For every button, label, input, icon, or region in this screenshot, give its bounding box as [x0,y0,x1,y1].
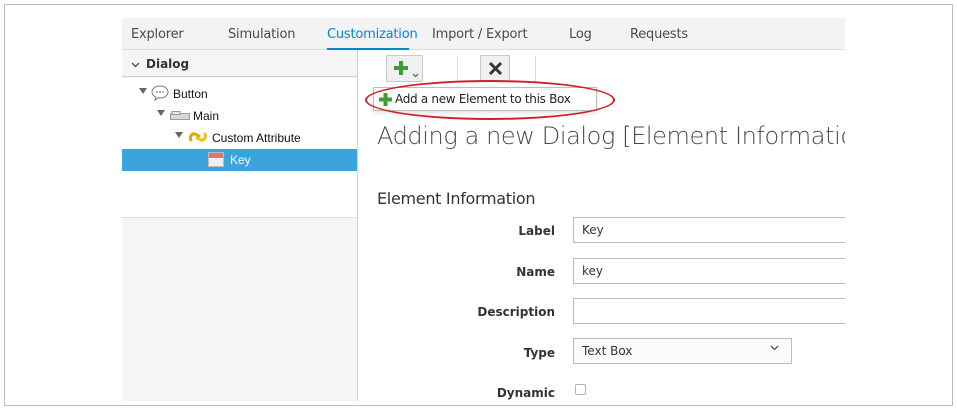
tree-node-main[interactable]: Main [122,105,357,127]
chevron-down-icon [131,61,140,71]
speech-bubble-icon [151,85,169,104]
plus-icon [378,92,393,112]
tab-import-export[interactable]: Import / Export [432,27,528,42]
chevron-down-icon [770,343,779,354]
link-icon [188,128,208,149]
dynamic-field-label: Dynamic [496,386,555,400]
tree-node-label: Custom Attribute [212,131,301,145]
x-icon [488,61,503,81]
tree-node-label: Key [230,153,251,167]
section-title: Element Information [377,189,536,208]
chevron-down-icon [412,65,419,83]
main-content: Add a new Element to this Box Adding a n… [358,50,845,401]
add-dropdown-button[interactable] [386,55,423,82]
toolbar-divider [457,56,458,82]
expand-triangle-icon[interactable] [175,132,183,138]
name-field-label: Name [516,265,555,279]
tree-node-key[interactable]: Key [122,149,357,171]
tree-view: Button Main Custom Attribute Key [122,78,357,218]
type-select[interactable]: Text Box [573,338,792,364]
toolbar-divider [535,56,536,82]
name-input[interactable]: key [573,258,845,284]
app-container: Explorer Simulation Customization Import… [122,18,845,401]
plus-icon [393,60,409,81]
tree-node-button[interactable]: Button [122,83,357,105]
textbox-icon [208,152,224,170]
tab-customization[interactable]: Customization [327,27,418,42]
label-input[interactable]: Key [573,217,845,243]
add-dropdown-menu: Add a new Element to this Box [373,87,597,111]
expand-triangle-icon[interactable] [157,110,165,116]
tab-requests[interactable]: Requests [630,27,688,42]
top-nav: Explorer Simulation Customization Import… [122,18,845,50]
label-field-label: Label [518,224,555,238]
menu-item-add-element[interactable]: Add a new Element to this Box [374,88,596,110]
delete-button[interactable] [480,55,510,82]
sidebar-header-label: Dialog [146,57,190,71]
sidebar-accordion-header[interactable]: Dialog [122,50,357,77]
type-field-label: Type [523,346,555,360]
description-input[interactable] [573,298,845,324]
dynamic-checkbox[interactable] [575,384,586,395]
tab-explorer[interactable]: Explorer [131,27,184,42]
tree-node-label: Main [193,109,220,123]
type-select-value: Text Box [582,344,633,358]
sidebar: Dialog Button Main Custom Attribute Key [122,50,358,401]
description-field-label: Description [477,305,555,319]
tree-node-label: Button [173,87,208,101]
tab-simulation[interactable]: Simulation [228,27,295,42]
page-title: Adding a new Dialog [Element Information… [377,122,845,150]
menu-item-label: Add a new Element to this Box [395,92,571,106]
toolbar [358,50,845,88]
tree-node-custom-attribute[interactable]: Custom Attribute [122,127,357,149]
expand-triangle-icon[interactable] [139,88,147,94]
tab-log[interactable]: Log [569,27,592,42]
tab-icon [170,110,190,124]
